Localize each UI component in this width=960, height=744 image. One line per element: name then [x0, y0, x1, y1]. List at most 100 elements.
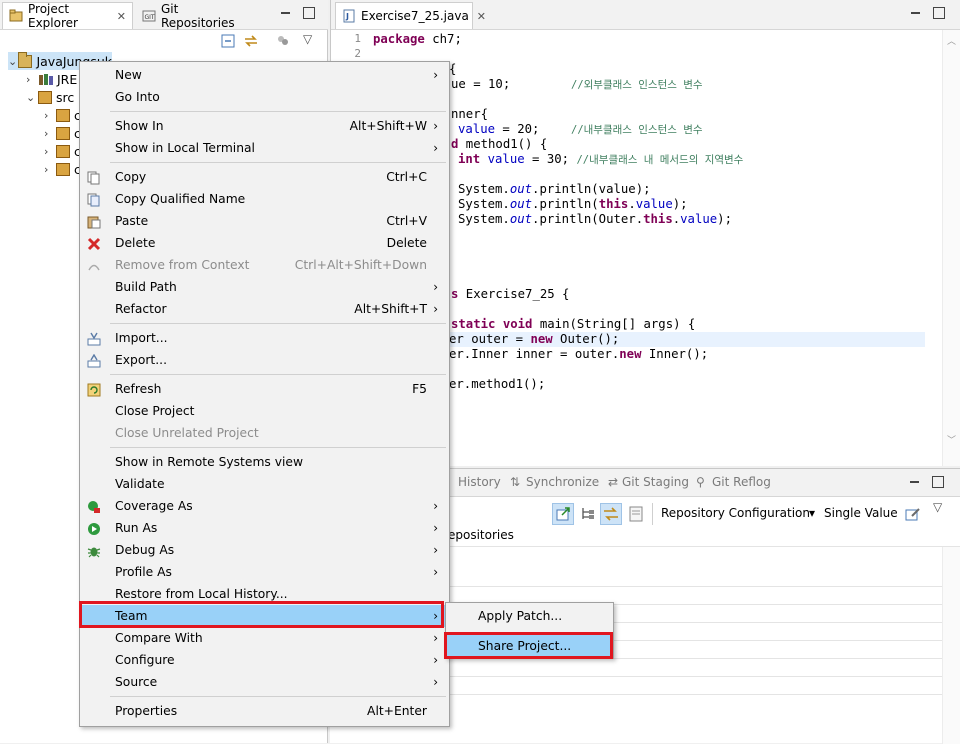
- code-line: s Exercise7_25 {: [451, 287, 570, 301]
- minimize-icon[interactable]: [279, 6, 293, 20]
- chevron-right-icon[interactable]: ›: [44, 127, 56, 140]
- menu-item-build-path[interactable]: Build Path ›: [81, 276, 448, 298]
- export-icon[interactable]: [552, 503, 574, 525]
- properties-icon[interactable]: [625, 503, 647, 525]
- code-line-current: er outer = new Outer();: [449, 332, 925, 347]
- menu-separator: [110, 111, 446, 112]
- git-reflog-icon[interactable]: ⚲: [696, 475, 705, 489]
- tree-item-package[interactable]: › c: [44, 142, 81, 160]
- tab-history[interactable]: History: [458, 475, 501, 489]
- view-menu-icon[interactable]: ▽: [303, 32, 317, 46]
- library-icon: [38, 73, 54, 86]
- tree-item-src[interactable]: ⌄ src: [26, 88, 74, 106]
- menu-separator: [110, 696, 446, 697]
- chevron-right-icon[interactable]: ›: [44, 109, 56, 122]
- chevron-right-icon[interactable]: ›: [44, 163, 56, 176]
- tab-git-staging[interactable]: Git Staging: [622, 475, 689, 489]
- menu-item-new[interactable]: New ›: [81, 64, 448, 86]
- repository-configuration-dropdown[interactable]: Repository Configuration: [661, 506, 810, 520]
- menu-item-properties[interactable]: Properties Alt+Enter: [81, 700, 448, 722]
- menu-item-copy-qualified-name[interactable]: Copy Qualified Name: [81, 188, 448, 210]
- menu-separator: [110, 447, 446, 448]
- menu-item-import[interactable]: Import...: [81, 327, 448, 349]
- left-tab-bar: Project Explorer ✕ GIT Git Repositories: [0, 0, 328, 30]
- svg-text:J: J: [345, 12, 349, 21]
- menu-item-close-project[interactable]: Close Project: [81, 400, 448, 422]
- submenu-item-apply-patch[interactable]: Apply Patch...: [447, 605, 612, 627]
- git-staging-icon[interactable]: ⇄: [608, 475, 618, 489]
- chevron-right-icon: ›: [433, 631, 438, 645]
- filter-icon[interactable]: [276, 34, 290, 48]
- link-with-editor-icon[interactable]: [243, 33, 259, 49]
- java-file-icon: J: [342, 9, 356, 23]
- chevron-right-icon[interactable]: ›: [44, 145, 56, 158]
- code-line: System.out.println(value);: [458, 182, 651, 196]
- menu-item-source[interactable]: Source ›: [81, 671, 448, 693]
- code-comment: //외부클래스 인스턴스 변수: [571, 79, 703, 91]
- menu-item-go-into[interactable]: Go Into: [81, 86, 448, 108]
- menu-item-copy[interactable]: Copy Ctrl+C: [81, 166, 448, 188]
- menu-item-remove-from-context[interactable]: Remove from Context Ctrl+Alt+Shift+Down: [81, 254, 448, 276]
- menu-item-refactor[interactable]: Refactor Alt+Shift+T ›: [81, 298, 448, 320]
- single-value-dropdown[interactable]: Single Value: [824, 506, 898, 520]
- chevron-down-icon[interactable]: ⌄: [8, 55, 18, 68]
- tree-item-label: src: [56, 89, 75, 105]
- edit-icon[interactable]: [902, 503, 924, 525]
- package-icon: [56, 126, 70, 140]
- menu-item-configure[interactable]: Configure ›: [81, 649, 448, 671]
- scroll-up-icon[interactable]: ︿: [947, 34, 956, 47]
- chevron-right-icon: ›: [433, 565, 438, 579]
- close-icon[interactable]: ✕: [117, 10, 126, 23]
- table-header: epositories: [448, 528, 514, 542]
- menu-item-compare-with[interactable]: Compare With ›: [81, 627, 448, 649]
- menu-item-show-in-remote-systems-view[interactable]: Show in Remote Systems view: [81, 451, 448, 473]
- sync-icon[interactable]: ⇅: [510, 475, 520, 489]
- menu-item-show-in[interactable]: Show In Alt+Shift+W ›: [81, 115, 448, 137]
- minimize-icon[interactable]: [909, 6, 923, 20]
- menu-item-run-as[interactable]: Run As ›: [81, 517, 448, 539]
- collapse-all-icon[interactable]: [221, 34, 235, 48]
- editor-tab-label: Exercise7_25.java: [361, 9, 469, 23]
- tree-item-jre[interactable]: › JRE: [26, 70, 77, 88]
- refresh-icon: [87, 382, 101, 397]
- tree-item-package[interactable]: › c: [44, 124, 81, 142]
- tab-exercise7-25-java[interactable]: J Exercise7_25.java ✕: [335, 2, 486, 29]
- menu-item-paste[interactable]: Paste Ctrl+V: [81, 210, 448, 232]
- maximize-icon[interactable]: [932, 6, 946, 20]
- menu-item-delete[interactable]: Delete Delete: [81, 232, 448, 254]
- code-line: er.Inner inner = outer.new Inner();: [449, 347, 709, 361]
- tree-item-package[interactable]: › c: [44, 160, 81, 178]
- tab-project-explorer[interactable]: Project Explorer ✕: [2, 2, 133, 30]
- export-icon: [87, 353, 101, 368]
- menu-item-close-unrelated-project[interactable]: Close Unrelated Project: [81, 422, 448, 444]
- chevron-right-icon[interactable]: ›: [26, 73, 38, 86]
- view-menu-icon[interactable]: ▽: [933, 500, 942, 514]
- link-selection-icon[interactable]: [600, 503, 622, 525]
- menu-item-debug-as[interactable]: Debug As ›: [81, 539, 448, 561]
- menu-item-show-in-local-terminal[interactable]: Show in Local Terminal ›: [81, 137, 448, 159]
- bottom-scrollbar[interactable]: [942, 547, 960, 744]
- tab-git-repositories[interactable]: GIT Git Repositories: [136, 2, 256, 30]
- tree-view-icon[interactable]: [577, 503, 599, 525]
- git-repositories-icon: GIT: [142, 9, 156, 23]
- menu-item-export[interactable]: Export...: [81, 349, 448, 371]
- package-icon: [56, 108, 70, 122]
- tab-git-reflog[interactable]: Git Reflog: [712, 475, 771, 489]
- chevron-down-icon[interactable]: ⌄: [26, 91, 38, 104]
- menu-item-refresh[interactable]: Refresh F5: [81, 378, 448, 400]
- svg-text:GIT: GIT: [145, 14, 155, 21]
- tab-synchronize[interactable]: Synchronize: [526, 475, 599, 489]
- tree-item-label: JRE: [57, 71, 78, 87]
- chevron-down-icon[interactable]: ▾: [809, 506, 815, 520]
- source-folder-icon: [38, 90, 52, 104]
- minimize-icon[interactable]: [908, 475, 922, 489]
- tree-item-package[interactable]: › c: [44, 106, 81, 124]
- menu-item-validate[interactable]: Validate: [81, 473, 448, 495]
- menu-item-profile-as[interactable]: Profile As ›: [81, 561, 448, 583]
- scroll-down-icon[interactable]: ﹀: [947, 433, 956, 446]
- close-icon[interactable]: ✕: [477, 10, 486, 23]
- menu-item-coverage-as[interactable]: Coverage As ›: [81, 495, 448, 517]
- editor-scrollbar[interactable]: ︿ ﹀: [942, 30, 960, 466]
- maximize-icon[interactable]: [931, 475, 945, 489]
- maximize-icon[interactable]: [302, 6, 316, 20]
